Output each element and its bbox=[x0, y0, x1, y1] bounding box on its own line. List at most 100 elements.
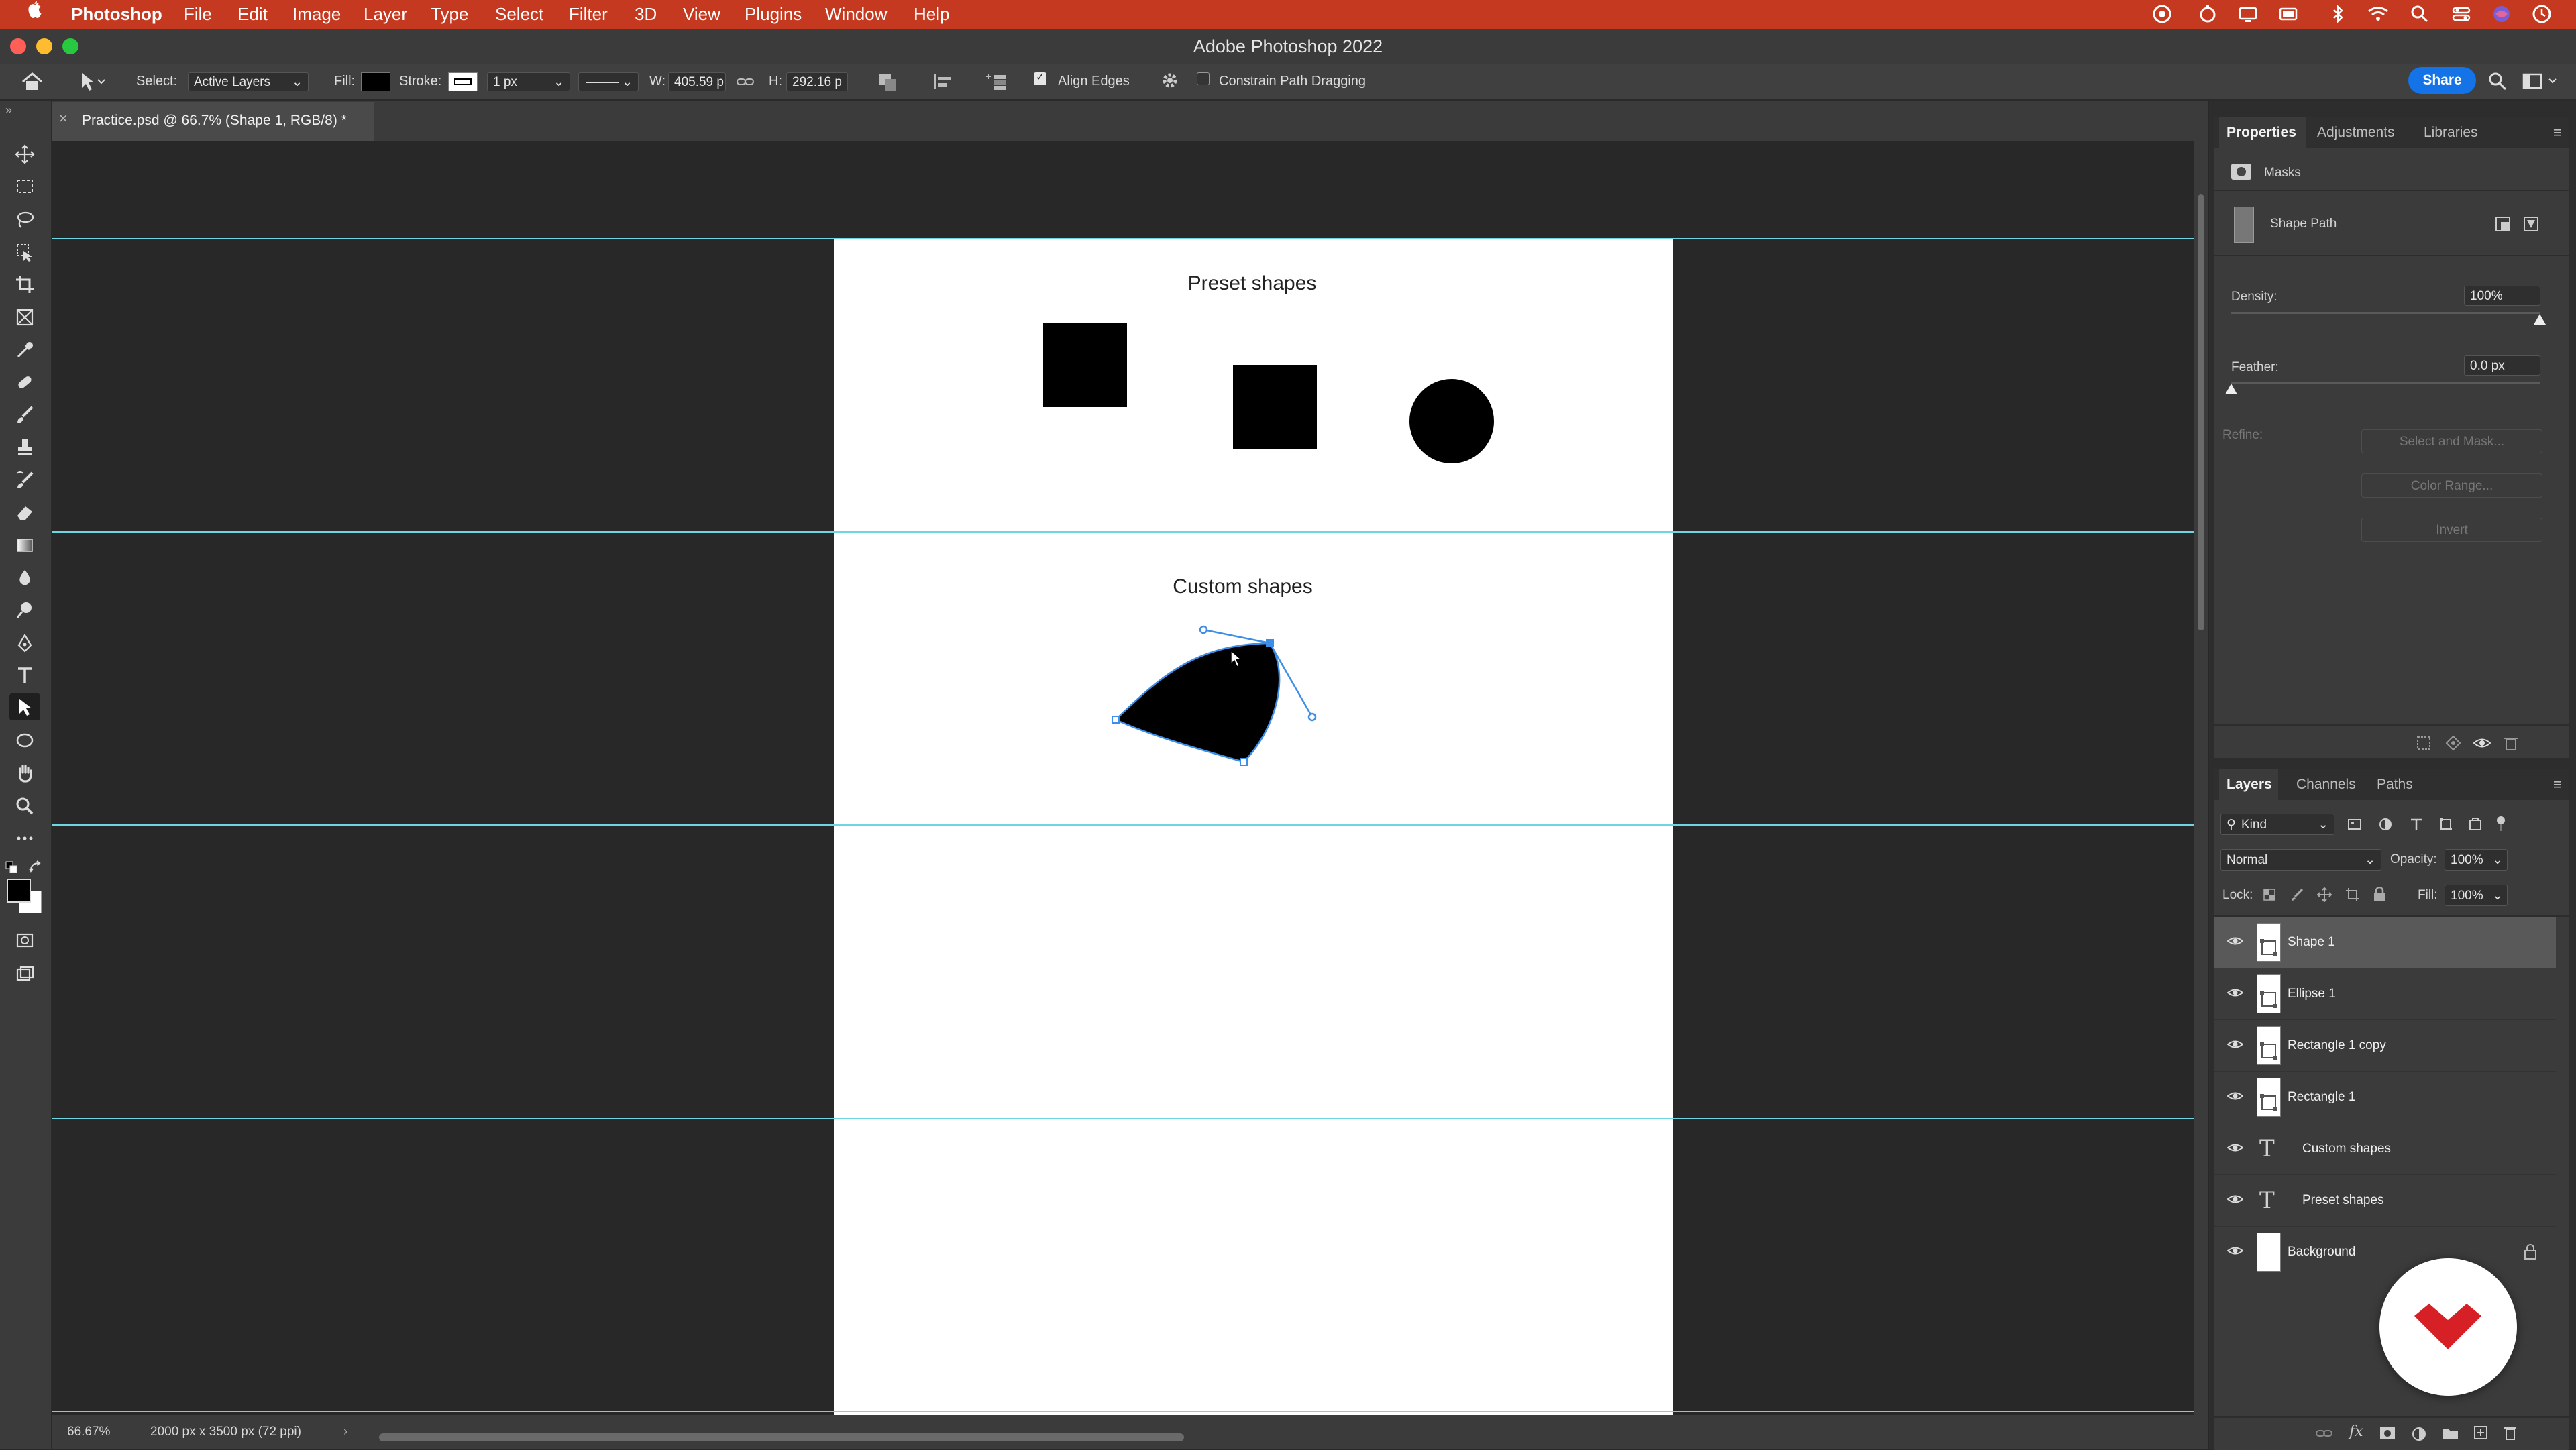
spotlight-search-icon[interactable] bbox=[2410, 4, 2430, 24]
lasso-tool-icon[interactable] bbox=[9, 206, 40, 233]
layer-row-preset-shapes[interactable]: T Preset shapes bbox=[2214, 1175, 2556, 1227]
horizontal-scrollbar-thumb[interactable] bbox=[379, 1433, 1184, 1441]
share-button[interactable]: Share bbox=[2408, 67, 2476, 94]
fill-swatch[interactable] bbox=[361, 72, 390, 91]
visibility-eye-icon[interactable] bbox=[2226, 1141, 2244, 1157]
layer-row-rectangle-1-copy[interactable]: Rectangle 1 copy bbox=[2214, 1020, 2556, 1072]
color-range-button[interactable]: Color Range... bbox=[2361, 473, 2542, 498]
display-icon[interactable] bbox=[2238, 4, 2258, 24]
direct-selection-tool-icon[interactable] bbox=[9, 693, 40, 720]
menu-plugins[interactable]: Plugins bbox=[745, 0, 802, 29]
lock-transparent-pixels-icon[interactable] bbox=[2262, 887, 2277, 905]
layer-row-rectangle-1[interactable]: Rectangle 1 bbox=[2214, 1072, 2556, 1123]
crop-tool-icon[interactable] bbox=[9, 271, 40, 298]
visibility-eye-icon[interactable] bbox=[2226, 1038, 2244, 1054]
lock-artboard-icon[interactable] bbox=[2345, 887, 2360, 905]
history-brush-tool-icon[interactable] bbox=[9, 467, 40, 494]
pen-tool-icon[interactable] bbox=[9, 630, 40, 657]
menu-filter[interactable]: Filter bbox=[569, 0, 608, 29]
link-layers-icon[interactable] bbox=[2316, 1426, 2333, 1444]
feather-slider-thumb[interactable] bbox=[2225, 384, 2237, 394]
clone-stamp-tool-icon[interactable] bbox=[9, 434, 40, 461]
default-colors-icon[interactable] bbox=[5, 861, 19, 878]
gear-icon[interactable] bbox=[1161, 71, 1179, 93]
visibility-eye-icon[interactable] bbox=[2473, 734, 2491, 755]
bluetooth-icon[interactable] bbox=[2328, 4, 2348, 24]
density-slider-thumb[interactable] bbox=[2534, 314, 2546, 325]
creative-cloud-icon[interactable] bbox=[2152, 4, 2172, 24]
tab-layers[interactable]: Layers bbox=[2226, 769, 2272, 800]
menu-help[interactable]: Help bbox=[914, 0, 949, 29]
select-and-mask-button[interactable]: Select and Mask... bbox=[2361, 429, 2542, 453]
quick-mask-icon[interactable] bbox=[9, 927, 40, 954]
visibility-eye-icon[interactable] bbox=[2226, 1090, 2244, 1105]
zoom-tool-icon[interactable] bbox=[9, 793, 40, 820]
swap-colors-icon[interactable] bbox=[28, 860, 43, 878]
align-edges-checkbox[interactable] bbox=[1034, 70, 1046, 85]
menu-view[interactable]: View bbox=[683, 0, 720, 29]
visibility-eye-icon[interactable] bbox=[2226, 935, 2244, 950]
document-page[interactable]: Preset shapes Custom shapes bbox=[834, 239, 1673, 1415]
add-mask-icon[interactable] bbox=[2379, 1426, 2396, 1444]
eyedropper-tool-icon[interactable] bbox=[9, 337, 40, 364]
screen-mode-icon[interactable] bbox=[9, 960, 40, 987]
menu-select[interactable]: Select bbox=[495, 0, 543, 29]
invert-button[interactable]: Invert bbox=[2361, 518, 2542, 542]
tab-libraries[interactable]: Libraries bbox=[2424, 117, 2478, 148]
ellipse-tool-icon[interactable] bbox=[9, 727, 40, 754]
gradient-tool-icon[interactable] bbox=[9, 532, 40, 559]
menu-app-name[interactable]: Photoshop bbox=[71, 0, 162, 29]
path-selection-tool-icon[interactable] bbox=[78, 70, 105, 96]
layer-style-fx-icon[interactable]: fx bbox=[2349, 1423, 2363, 1440]
filter-toggle-icon[interactable] bbox=[2493, 815, 2509, 837]
width-field[interactable]: 405.59 p bbox=[668, 72, 726, 91]
path-alignment-icon[interactable] bbox=[932, 72, 954, 96]
type-tool-icon[interactable] bbox=[9, 662, 40, 689]
adjustment-layer-icon[interactable] bbox=[2411, 1426, 2427, 1445]
constrain-path-checkbox[interactable] bbox=[1197, 72, 1210, 85]
tab-properties[interactable]: Properties bbox=[2226, 117, 2296, 148]
blur-tool-icon[interactable] bbox=[9, 565, 40, 592]
zoom-level[interactable]: 66.67% bbox=[67, 1415, 110, 1449]
new-layer-icon[interactable] bbox=[2473, 1425, 2489, 1444]
screen-icon[interactable] bbox=[2278, 4, 2298, 24]
filter-kind-dropdown[interactable]: ⚲ Kind ⌄ bbox=[2220, 814, 2334, 835]
add-vector-mask-icon[interactable] bbox=[2494, 215, 2513, 236]
lock-image-pixels-icon[interactable] bbox=[2290, 887, 2305, 905]
visibility-eye-icon[interactable] bbox=[2226, 1193, 2244, 1209]
menu-layer[interactable]: Layer bbox=[364, 0, 407, 29]
control-center-icon[interactable] bbox=[2451, 4, 2471, 24]
healing-brush-tool-icon[interactable] bbox=[9, 369, 40, 396]
stroke-swatch[interactable] bbox=[448, 72, 478, 91]
menu-image[interactable]: Image bbox=[292, 0, 341, 29]
layer-row-background[interactable]: Background bbox=[2214, 1227, 2556, 1278]
visibility-eye-icon[interactable] bbox=[2226, 987, 2244, 1002]
height-field[interactable]: 292.16 p bbox=[786, 72, 848, 91]
density-slider[interactable] bbox=[2231, 312, 2540, 314]
path-arrangement-icon[interactable] bbox=[983, 71, 1010, 97]
feather-slider[interactable] bbox=[2231, 382, 2540, 384]
guide-line[interactable] bbox=[52, 1118, 2194, 1119]
workspace-icon[interactable] bbox=[2522, 71, 2563, 95]
opacity-field[interactable]: 100% ⌄ bbox=[2445, 849, 2508, 871]
guide-line[interactable] bbox=[52, 531, 2194, 533]
guide-line[interactable] bbox=[52, 1411, 2194, 1412]
layer-row-custom-shapes[interactable]: T Custom shapes bbox=[2214, 1123, 2556, 1175]
pixel-filter-icon[interactable] bbox=[2347, 816, 2363, 836]
layer-row-shape-1[interactable]: Shape 1 bbox=[2214, 917, 2556, 968]
object-selection-tool-icon[interactable] bbox=[9, 239, 40, 266]
timer-icon[interactable] bbox=[2198, 4, 2218, 24]
dodge-tool-icon[interactable] bbox=[9, 597, 40, 624]
collapse-toolbar-icon[interactable]: » bbox=[5, 103, 12, 117]
brush-tool-icon[interactable] bbox=[9, 402, 40, 429]
layer-row-ellipse-1[interactable]: Ellipse 1 bbox=[2214, 968, 2556, 1020]
wifi-icon[interactable] bbox=[2367, 4, 2388, 24]
panel-menu-icon[interactable]: ≡ bbox=[2553, 124, 2562, 142]
clock-icon[interactable] bbox=[2532, 4, 2552, 24]
visibility-eye-icon[interactable] bbox=[2226, 1245, 2244, 1260]
menu-3d[interactable]: 3D bbox=[635, 0, 657, 29]
hand-tool-icon[interactable] bbox=[9, 760, 40, 787]
canvas-area[interactable]: Preset shapes Custom shapes bbox=[52, 141, 2194, 1415]
guide-line[interactable] bbox=[52, 238, 2194, 239]
siri-icon[interactable] bbox=[2491, 4, 2512, 24]
